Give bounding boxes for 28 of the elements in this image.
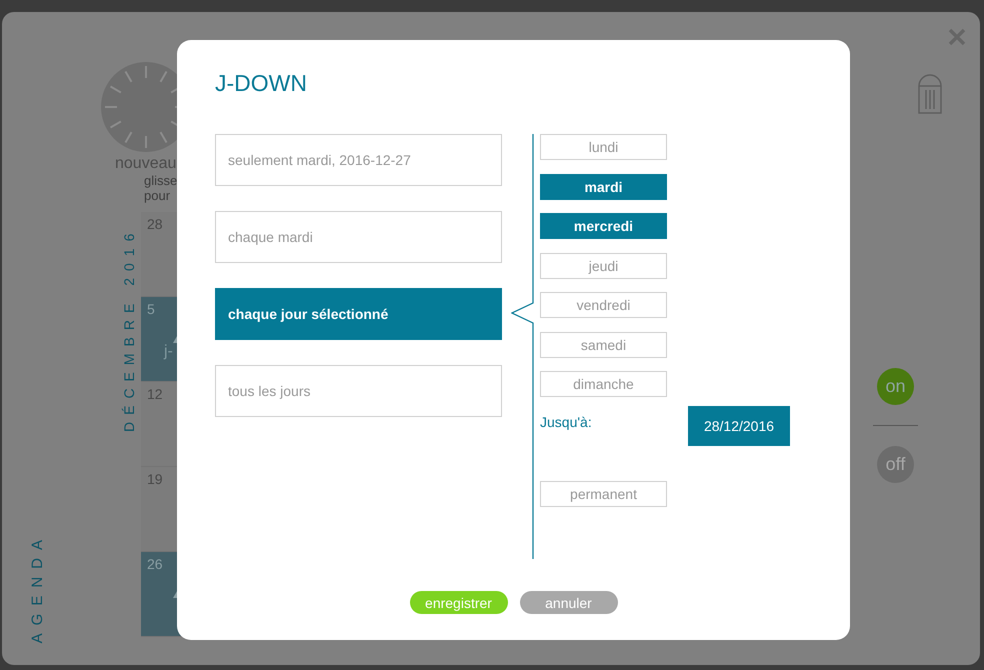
date-button[interactable]: 28/12/2016: [688, 406, 790, 446]
toggle-button[interactable]: off: [877, 446, 914, 483]
day-number: 5: [147, 301, 155, 317]
weekday-button[interactable]: samedi: [540, 332, 667, 358]
cancel-button[interactable]: annuler: [520, 591, 618, 614]
save-button[interactable]: enregistrer: [410, 591, 508, 614]
month-label: DÉCEMBRE 2016: [121, 225, 137, 434]
repeat-option[interactable]: chaque jour sélectionné: [215, 288, 502, 340]
weekday-button[interactable]: lundi: [540, 134, 667, 160]
day-number: 26: [147, 556, 163, 572]
hint-text: glisse: [144, 173, 178, 188]
repeat-option[interactable]: tous les jours: [215, 365, 502, 417]
repeat-option[interactable]: chaque mardi: [215, 211, 502, 263]
hint-text: pour: [144, 188, 170, 203]
weekday-button[interactable]: mercredi: [540, 213, 667, 239]
trash-icon[interactable]: [918, 74, 942, 114]
permanent-button[interactable]: permanent: [540, 480, 667, 506]
event-label: j-: [164, 343, 173, 361]
section-label: AGENDA: [28, 532, 46, 643]
weekday-button[interactable]: vendredi: [540, 292, 667, 318]
weekday-button[interactable]: dimanche: [540, 371, 667, 397]
toggle-button[interactable]: on: [877, 368, 914, 405]
weekday-button[interactable]: mardi: [540, 174, 667, 200]
until-label: Jusqu'à:: [540, 414, 592, 430]
close-icon[interactable]: [948, 28, 966, 46]
weekday-button[interactable]: jeudi: [540, 252, 667, 278]
repeat-option[interactable]: seulement mardi, 2016-12-27: [215, 134, 502, 186]
dialog-title: J-DOWN: [215, 70, 307, 96]
